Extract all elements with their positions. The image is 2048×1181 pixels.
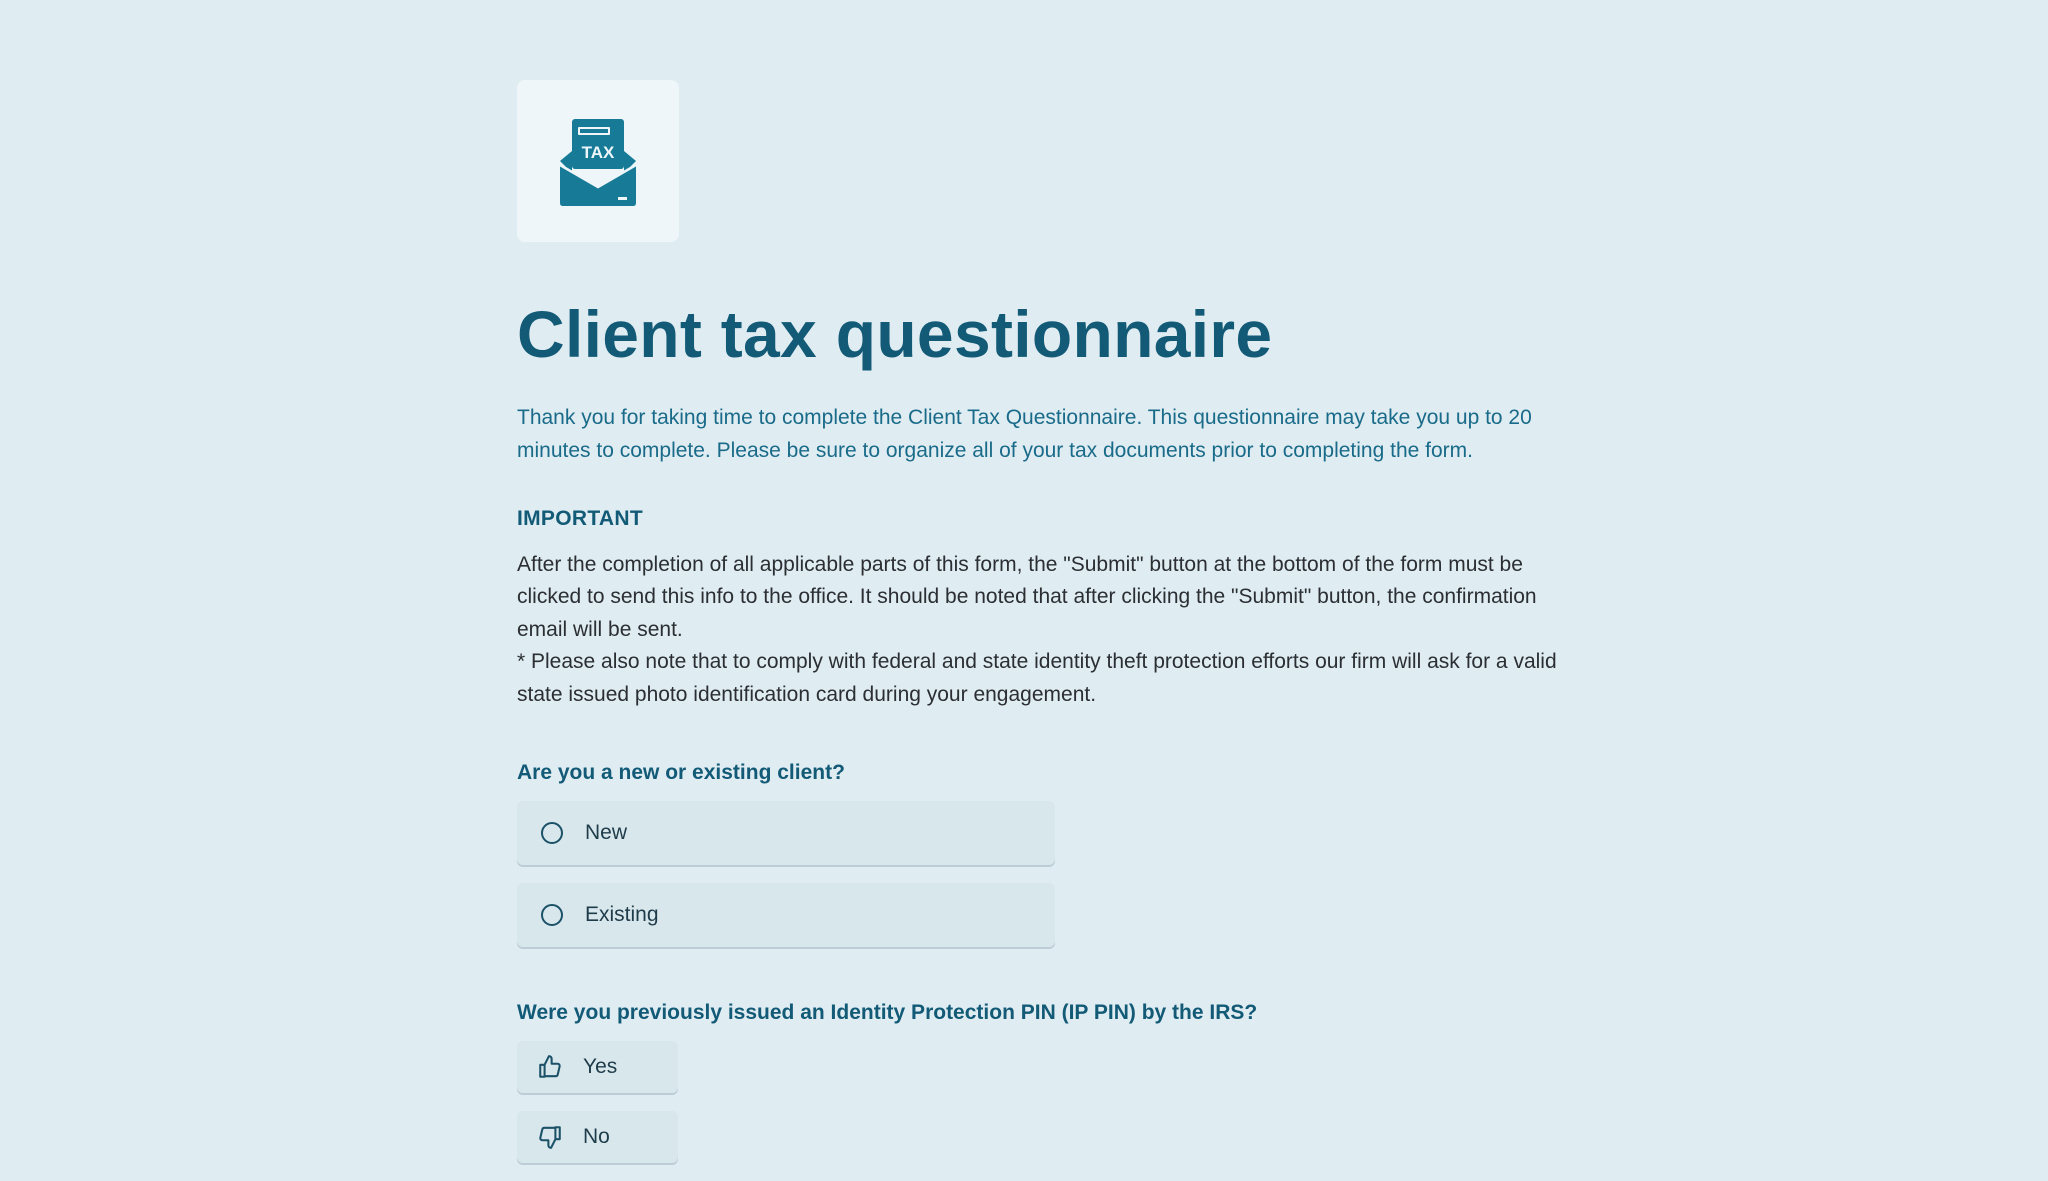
question-client-type: Are you a new or existing client?	[517, 761, 845, 785]
client-type-options: New Existing	[517, 801, 1557, 948]
radio-label: New	[585, 821, 628, 845]
ip-pin-options: Yes No	[517, 1041, 1557, 1164]
radio-label: Existing	[585, 903, 659, 927]
thumbs-up-icon	[537, 1054, 563, 1080]
important-paragraph-2: * Please also note that to comply with f…	[517, 650, 1557, 706]
radio-circle-icon[interactable]	[541, 822, 563, 845]
questionnaire-page: TAX Client tax questionnaire Thank you f…	[517, 80, 1557, 1181]
radio-option-existing[interactable]: Existing	[517, 883, 1055, 948]
question-ip-pin: Were you previously issued an Identity P…	[517, 1001, 1258, 1025]
tax-envelope-icon: TAX	[559, 119, 637, 206]
no-button[interactable]: No	[517, 1111, 678, 1164]
logo-tile: TAX	[517, 80, 679, 242]
intro-text: Thank you for taking time to complete th…	[517, 405, 1532, 462]
radio-option-new[interactable]: New	[517, 801, 1055, 866]
important-heading: IMPORTANT	[517, 506, 643, 530]
thumbs-down-icon	[537, 1124, 563, 1150]
yes-label: Yes	[583, 1055, 618, 1079]
logo-text: TAX	[582, 143, 615, 162]
no-label: No	[583, 1125, 610, 1149]
yes-button[interactable]: Yes	[517, 1041, 678, 1094]
radio-circle-icon[interactable]	[541, 904, 563, 927]
page-title: Client tax questionnaire	[517, 297, 1273, 371]
important-paragraph-1: After the completion of all applicable p…	[517, 552, 1537, 641]
important-body: After the completion of all applicable p…	[517, 549, 1557, 712]
